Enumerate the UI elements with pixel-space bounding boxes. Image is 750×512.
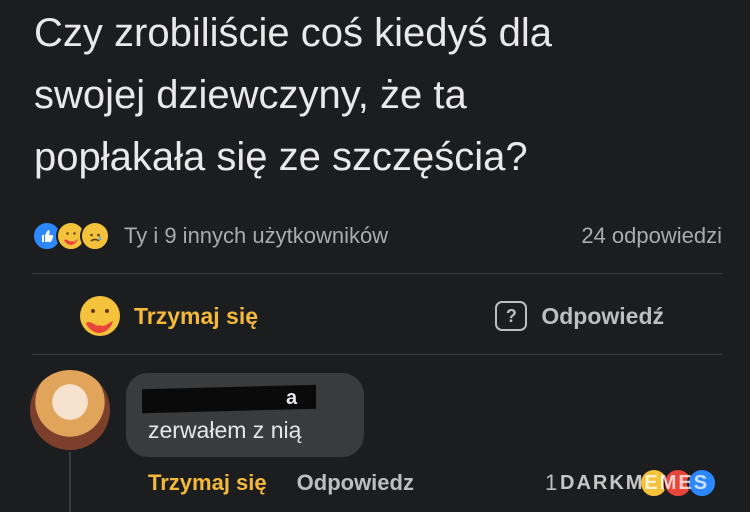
- thread-line: [69, 452, 71, 512]
- care-icon: [80, 296, 120, 336]
- reaction-stats: Ty i 9 innych użytkowników 24 odpowiedzi: [32, 220, 722, 252]
- comment-reactions-count: 1: [545, 470, 558, 495]
- watermark: DARKMEMES: [560, 472, 710, 494]
- post-line: Czy zrobiliście coś kiedyś dla: [34, 11, 552, 55]
- replies-count[interactable]: 24 odpowiedzi: [581, 223, 722, 249]
- avatar[interactable]: [30, 370, 110, 450]
- sad-icon: [80, 221, 110, 251]
- post-text: Czy zrobiliście coś kiedyś dla swojej dz…: [34, 2, 734, 188]
- comment-bubble: a zerwałem z nią: [126, 373, 364, 457]
- question-bubble-icon: ?: [495, 301, 528, 331]
- comment-reply-button[interactable]: Odpowiedz: [297, 470, 414, 496]
- divider: [32, 273, 722, 274]
- reply-label: Odpowiedź: [541, 302, 664, 329]
- comment-actions: Trzymaj się Odpowiedz: [148, 470, 414, 496]
- comment-text: zerwałem z nią: [148, 417, 302, 443]
- comment-care-button[interactable]: Trzymaj się: [148, 470, 267, 496]
- reaction-icons[interactable]: [32, 221, 110, 251]
- divider: [32, 354, 722, 355]
- care-button[interactable]: Trzymaj się: [80, 296, 258, 336]
- author-name-visible: a: [286, 387, 298, 409]
- post-actions: Trzymaj się ? Odpowiedź: [32, 290, 722, 342]
- post-line: popłakała się ze szczęścia?: [34, 135, 528, 179]
- reactors-text[interactable]: Ty i 9 innych użytkowników: [124, 223, 388, 249]
- reply-button[interactable]: ? Odpowiedź: [495, 301, 664, 331]
- care-label: Trzymaj się: [134, 302, 259, 329]
- post-line: swojej dziewczyny, że ta: [34, 73, 467, 117]
